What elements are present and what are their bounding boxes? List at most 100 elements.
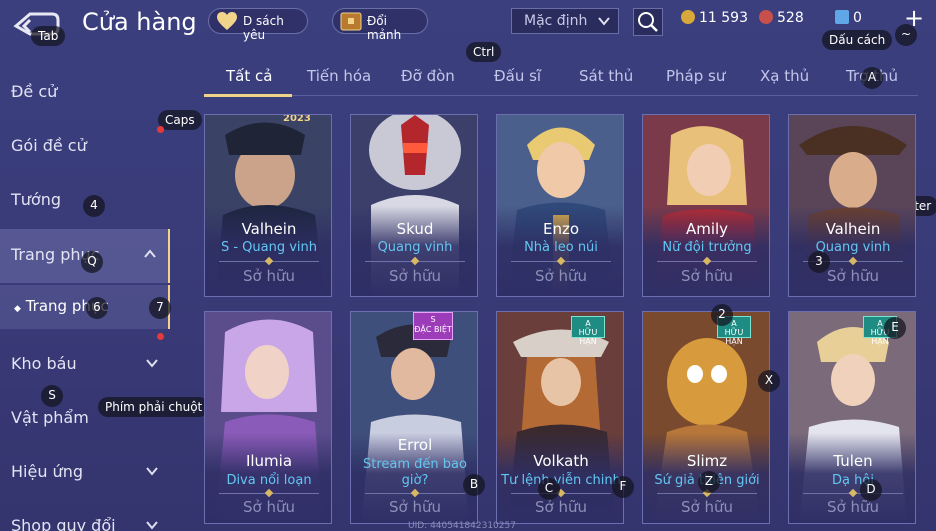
key-hint-7: 7 xyxy=(149,297,171,319)
skin-name: Dạ hội xyxy=(832,473,874,488)
key-hint-ctrl: Ctrl xyxy=(466,42,502,62)
hero-name: Slimz xyxy=(686,452,728,470)
owned-status: Sở hữu xyxy=(681,498,733,516)
heart-icon xyxy=(215,10,239,32)
tab-marksman[interactable]: Xạ thủ xyxy=(760,67,809,85)
hero-name: Valhein xyxy=(825,220,881,238)
chevron-down-icon xyxy=(596,13,612,33)
divider xyxy=(657,493,757,494)
divider xyxy=(219,261,319,262)
key-hint-tab: Tab xyxy=(31,26,66,46)
tab-assassin[interactable]: Sát thủ xyxy=(579,67,633,85)
key-hint-b: B xyxy=(463,474,485,496)
hero-name: Ilumia xyxy=(245,452,293,470)
skin-grid: 2023 Valhein S - Quang vinh Sở hữu Skud … xyxy=(204,114,936,531)
ruby-icon xyxy=(759,10,773,24)
sidebar-item-label: Gói đề cử xyxy=(11,136,87,155)
owned-status: Sở hữu xyxy=(243,498,295,516)
skin-card[interactable]: Amily Nữ đội trưởng Sở hữu xyxy=(642,114,770,297)
key-hint-e: E xyxy=(884,317,906,339)
tab-mage[interactable]: Pháp sư xyxy=(666,67,725,85)
sidebar-item-effects[interactable]: Hiệu ứng xyxy=(0,446,170,500)
gold-balance: 11 593 xyxy=(681,10,748,26)
sidebar: Đề cử Gói đề cử Tướng Trang phục ◆ Trang… xyxy=(0,66,170,531)
sidebar-item-label: Tướng xyxy=(11,190,61,209)
skin-name: Nhà leo núi xyxy=(524,240,598,255)
wishlist-button[interactable]: D sách yêu xyxy=(208,8,308,42)
skin-name: Quang vinh xyxy=(377,240,453,255)
hero-name: Tulen xyxy=(833,452,873,470)
skin-name: Nữ đội trưởng xyxy=(662,240,752,255)
skin-name: Diva nổi loạn xyxy=(226,473,312,488)
skin-name: S - Quang vinh xyxy=(220,240,318,255)
skin-name-line-1: Stream đến bao xyxy=(363,457,467,472)
key-hint-6: 6 xyxy=(86,297,108,319)
tab-warrior[interactable]: Đấu sĩ xyxy=(494,67,541,85)
key-hint-3: 3 xyxy=(808,251,830,273)
skin-card[interactable]: Enzo Nhà leo núi Sở hữu xyxy=(496,114,624,297)
sidebar-item-treasure[interactable]: Kho báu xyxy=(0,338,170,392)
sidebar-item-label: Kho báu xyxy=(11,354,77,373)
chevron-down-icon xyxy=(144,355,160,375)
sidebar-item-recommended[interactable]: Đề cử xyxy=(0,66,170,120)
notification-dot xyxy=(157,333,164,340)
owned-status: Sở hữu xyxy=(681,267,733,285)
divider xyxy=(511,261,611,262)
divider xyxy=(365,261,465,262)
search-icon xyxy=(634,12,662,39)
divider xyxy=(803,493,903,494)
chevron-down-icon xyxy=(144,517,160,531)
owned-status: Sở hữu xyxy=(389,267,441,285)
tab-evolution[interactable]: Tiến hóa xyxy=(307,67,371,85)
notification-dot xyxy=(157,126,164,133)
voucher-icon xyxy=(835,10,849,24)
sidebar-item-label: Shop quy đổi xyxy=(11,516,116,531)
owned-status: Sở hữu xyxy=(827,267,879,285)
active-tab-indicator xyxy=(204,94,292,97)
sidebar-subitem-skins[interactable]: ◆ Trang phục xyxy=(0,285,170,329)
sidebar-item-label: Hiệu ứng xyxy=(11,462,83,481)
search-button[interactable] xyxy=(633,8,663,36)
skin-card[interactable]: A HỮU HẠN Volkath Tư lệnh viễn chinh Sở … xyxy=(496,311,624,524)
key-hint-a: A xyxy=(861,67,883,89)
hero-name: Volkath xyxy=(533,452,589,470)
sort-dropdown[interactable]: Mặc định xyxy=(511,8,619,34)
skin-card[interactable]: Skud Quang vinh Sở hữu xyxy=(350,114,478,297)
wishlist-label: D sách yêu xyxy=(243,14,284,42)
user-id: UID: 440541842310257 xyxy=(408,521,516,531)
key-hint-space: Dấu cách xyxy=(822,30,893,50)
gold-coin-icon xyxy=(681,10,695,24)
sidebar-item-recommended-packs[interactable]: Gói đề cử xyxy=(0,120,170,174)
tab-all[interactable]: Tất cả xyxy=(226,67,272,85)
chest-icon xyxy=(339,10,363,32)
chevron-up-icon xyxy=(142,246,158,266)
key-hint-s: S xyxy=(41,385,63,407)
tab-tank[interactable]: Đỡ đòn xyxy=(401,67,455,85)
owned-status: Sở hữu xyxy=(243,267,295,285)
ruby-balance: 528 xyxy=(759,10,804,26)
hero-name: Skud xyxy=(396,220,434,238)
skin-name: Quang vinh xyxy=(815,240,891,255)
skin-card[interactable]: 2023 Valhein S - Quang vinh Sở hữu xyxy=(204,114,332,297)
key-hint-d: D xyxy=(860,479,882,501)
exchange-button[interactable]: Đổi mảnh xyxy=(332,8,428,42)
skin-name: Tư lệnh viễn chinh xyxy=(501,473,621,488)
year-badge: 2023 xyxy=(283,114,311,124)
special-grade-badge: S ĐẶC BIỆT xyxy=(413,312,453,340)
key-hint-4: 4 xyxy=(83,195,105,217)
key-hint-z: Z xyxy=(698,471,720,493)
key-hint-q: Q xyxy=(81,251,103,273)
owned-status: Sở hữu xyxy=(827,498,879,516)
divider xyxy=(365,493,465,494)
skin-card[interactable]: Ilumia Diva nổi loạn Sở hữu xyxy=(204,311,332,524)
key-hint-f: F xyxy=(612,476,634,498)
sidebar-item-items[interactable]: Vật phẩm xyxy=(0,392,170,446)
key-hint-x: X xyxy=(758,370,780,392)
sidebar-item-label: Vật phẩm xyxy=(11,408,89,427)
skin-card[interactable]: A HỮU HẠN Tulen Dạ hội Sở hữu xyxy=(788,311,916,524)
skin-card[interactable]: S ĐẶC BIỆT Errol Stream đến bao giờ? Sở … xyxy=(350,311,478,524)
hero-name: Amily xyxy=(685,220,729,238)
sidebar-item-exchange-shop[interactable]: Shop quy đổi xyxy=(0,500,170,531)
skin-card[interactable]: Valhein Quang vinh Sở hữu xyxy=(788,114,916,297)
hero-name: Valhein xyxy=(241,220,297,238)
